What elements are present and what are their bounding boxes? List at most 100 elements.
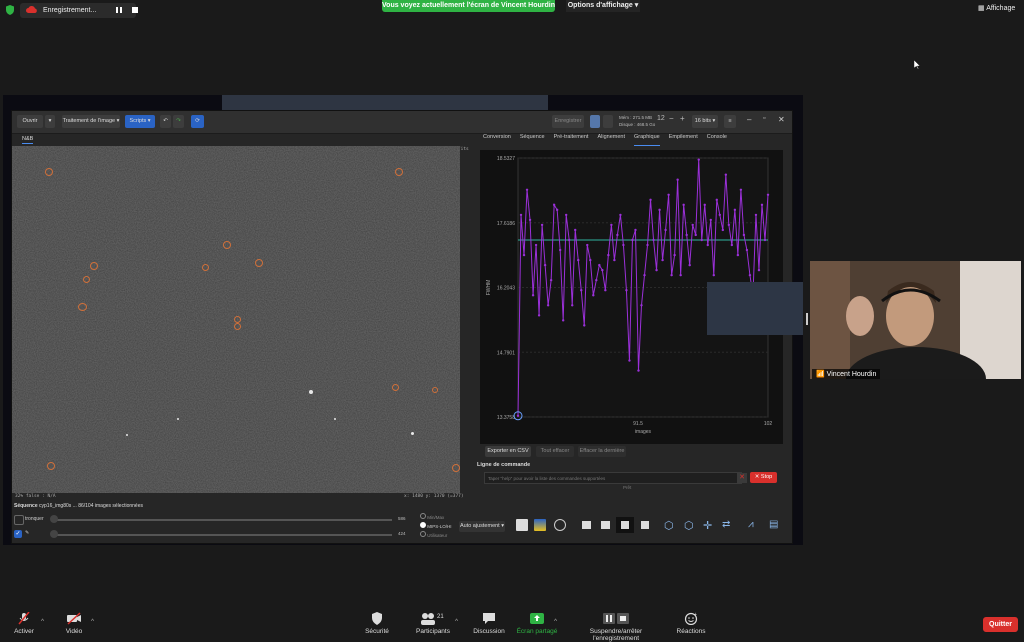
chat-button[interactable]: Discussion xyxy=(472,604,506,635)
image-processing-menu[interactable]: Traitement de l'image ▾ xyxy=(62,115,120,128)
undo-icon[interactable]: ↶ xyxy=(160,115,171,128)
leave-button[interactable]: Quitter xyxy=(983,617,1018,632)
data-point xyxy=(646,243,649,247)
tab-mono[interactable]: N&B xyxy=(22,136,34,144)
tab-alignment[interactable]: Alignement xyxy=(597,134,625,146)
auto-stretch-dropdown[interactable]: Auto ajustement ▾ xyxy=(459,521,505,532)
redo-icon[interactable]: ↷ xyxy=(173,115,184,128)
data-point xyxy=(670,273,673,277)
video-button[interactable]: Vidéo xyxy=(58,604,90,635)
negative-icon[interactable] xyxy=(516,519,528,531)
data-point xyxy=(628,359,631,362)
data-point xyxy=(571,304,574,307)
radio-minmax[interactable]: Min/Max xyxy=(420,513,452,522)
status-ready: Prêt xyxy=(623,485,632,490)
scripts-menu[interactable]: Scripts ▾ xyxy=(125,115,155,128)
star-point xyxy=(177,418,179,420)
cross-icon[interactable]: ✛ xyxy=(703,519,715,532)
tab-plot[interactable]: Graphique xyxy=(634,134,660,146)
tab-sequence[interactable]: Séquence xyxy=(520,134,545,146)
recent-dropdown-button[interactable]: ▾ xyxy=(45,115,55,128)
tab-stacking[interactable]: Empilement xyxy=(669,134,698,146)
tab-preprocessing[interactable]: Pré-traitement xyxy=(554,134,589,146)
radio-user[interactable]: Utilisateur xyxy=(420,531,452,540)
low-slider-handle[interactable] xyxy=(50,530,58,538)
data-point xyxy=(757,268,761,272)
zoom-in-icon[interactable]: + xyxy=(680,114,685,123)
mute-button[interactable]: Activer xyxy=(8,604,40,635)
webcam-video xyxy=(810,261,1021,379)
y-axis-label: FWHM xyxy=(486,280,492,296)
histogram-icon[interactable]: ⩘ xyxy=(748,519,760,531)
shield-icon xyxy=(369,612,385,625)
zoom-out-icon[interactable]: − xyxy=(669,114,674,123)
participants-button[interactable]: 21 Participants xyxy=(412,604,454,635)
data-point xyxy=(625,289,628,292)
hamburger-menu-icon[interactable]: ≡ xyxy=(724,115,736,128)
view-options-button[interactable]: Options d'affichage ▾ xyxy=(566,0,640,12)
layers-icon[interactable]: ▤ xyxy=(769,519,781,531)
security-button[interactable]: Sécurité xyxy=(360,604,394,635)
share-screen-button[interactable]: Écran partagé xyxy=(516,604,558,635)
data-point xyxy=(577,258,580,262)
low-slider[interactable] xyxy=(52,534,392,536)
high-slider-handle[interactable] xyxy=(50,515,58,523)
export-csv-button[interactable]: Exporter en CSV xyxy=(485,446,531,457)
save-button[interactable]: Enregistrer xyxy=(552,115,584,128)
preview-2-icon[interactable] xyxy=(601,521,610,529)
open-button[interactable]: Ouvrir xyxy=(17,115,43,128)
mirror-icon[interactable]: ⇄ xyxy=(722,519,734,531)
detected-star xyxy=(47,462,55,470)
recording-pill[interactable]: Enregistrement... xyxy=(20,3,139,18)
checked-checkbox[interactable]: ✓ xyxy=(14,530,22,538)
video-options-chevron[interactable]: ^ xyxy=(91,618,94,625)
minimize-icon[interactable]: – xyxy=(747,115,751,124)
x-axis-label: images xyxy=(635,429,652,435)
data-point xyxy=(655,268,658,272)
bit-depth-menu[interactable]: 16 bits ▾ xyxy=(692,115,718,128)
image-viewer[interactable] xyxy=(12,146,460,493)
shield-icon[interactable] xyxy=(6,5,14,15)
crop-icon[interactable]: ⬡ xyxy=(684,519,696,532)
rotate-icon[interactable]: ⬡ xyxy=(664,519,676,532)
data-point xyxy=(607,253,610,257)
snapshot-icon[interactable] xyxy=(603,115,613,128)
preview-4-icon[interactable] xyxy=(641,521,649,529)
stop-button[interactable]: ✕ Stop xyxy=(750,472,777,483)
tab-console[interactable]: Console xyxy=(707,134,727,146)
save-icon[interactable] xyxy=(590,115,600,128)
share-chevron[interactable]: ^ xyxy=(554,618,557,625)
high-slider[interactable] xyxy=(52,519,392,521)
pause-icon[interactable] xyxy=(116,6,123,15)
data-point xyxy=(742,233,746,237)
clear-all-button[interactable]: Tout effacer xyxy=(536,446,574,457)
clear-last-button[interactable]: Effacer la dernière xyxy=(578,446,626,457)
tab-conversion[interactable]: Conversion xyxy=(483,134,511,146)
y-tick-label: 17.6186 xyxy=(497,221,515,227)
colormap-icon[interactable] xyxy=(534,519,546,531)
command-input[interactable] xyxy=(484,472,742,484)
maximize-icon[interactable]: ▫ xyxy=(763,115,765,122)
participants-chevron[interactable]: ^ xyxy=(455,618,458,625)
data-point xyxy=(592,294,595,297)
live-stack-icon[interactable]: ⟳ xyxy=(191,115,204,128)
reactions-button[interactable]: + Réactions xyxy=(674,604,708,635)
shared-screen: Ouvrir ▾ Traitement de l'image ▾ Scripts… xyxy=(3,95,803,545)
preview-1-icon[interactable] xyxy=(582,521,591,529)
audio-options-chevron[interactable]: ^ xyxy=(41,618,44,625)
clear-command-icon[interactable]: ✕ xyxy=(737,473,747,483)
detected-star xyxy=(392,384,399,391)
radio-mips[interactable]: MIPS-LO/HI xyxy=(420,522,452,531)
data-point xyxy=(561,319,565,322)
photometry-icon[interactable] xyxy=(554,519,566,531)
close-icon[interactable]: ✕ xyxy=(778,115,785,124)
data-point xyxy=(721,228,725,232)
lock-checkbox[interactable] xyxy=(14,515,24,525)
data-point xyxy=(601,268,604,272)
pause-stop-recording-button[interactable]: Suspendre/arrêter l'enregistrement xyxy=(566,604,666,642)
pencil-icon[interactable]: ✎ xyxy=(25,530,29,536)
panel-resize-handle[interactable] xyxy=(806,313,808,325)
stop-icon[interactable] xyxy=(132,6,139,15)
view-button[interactable]: ▦ Affichage xyxy=(978,4,1015,12)
data-point xyxy=(583,324,586,327)
